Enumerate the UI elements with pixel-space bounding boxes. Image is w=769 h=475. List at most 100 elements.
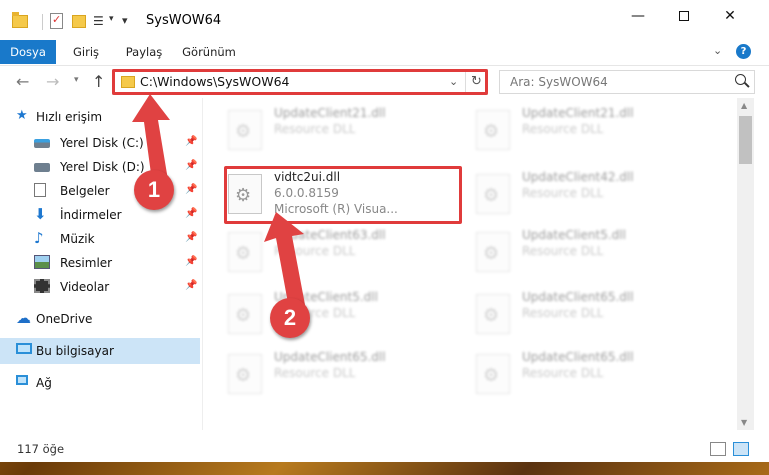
dll-file-icon [228,294,262,334]
toolbar-separator [42,14,43,30]
forward-arrow-icon[interactable]: → [46,72,59,91]
video-icon [34,279,50,293]
pin-icon[interactable]: 📌 [185,232,197,243]
documents-icon [34,183,46,197]
file-type: Resource DLL [522,122,604,136]
new-folder-icon[interactable] [72,15,86,28]
file-name: UpdateClient42.dll [522,170,634,184]
file-name: UpdateClient65.dll [522,350,634,364]
sidebar-item-this-pc[interactable]: Bu bilgisayar [0,338,200,364]
up-arrow-icon[interactable]: ↑ [92,72,105,91]
sidebar-item-label: OneDrive [36,312,93,326]
maximize-icon [679,11,689,21]
file-highlight-box [224,166,462,224]
back-arrow-icon[interactable]: ← [16,72,29,91]
help-icon[interactable]: ? [736,44,751,59]
chevron-down-icon[interactable]: ▾ [109,14,114,24]
scroll-up-icon[interactable]: ▲ [741,101,747,110]
file-type: Resource DLL [274,122,356,136]
step-badge-2: 2 [270,298,310,338]
sidebar-item-pictures[interactable]: Resimler 📌 [0,250,200,276]
pictures-icon [34,255,50,269]
explorer-window: ☰ ▾ ▾ SysWOW64 — ✕ Dosya Giriş Paylaş Gö… [0,0,769,462]
search-input[interactable]: Ara: SysWOW64 [510,75,608,89]
file-type: Resource DLL [522,244,604,258]
sidebar-item-network[interactable]: Ağ [0,370,200,396]
sidebar-item-label: Belgeler [60,184,110,198]
sidebar-item-label: Ağ [36,376,52,390]
folder-icon [12,12,28,28]
star-icon: ★ [16,108,28,123]
sidebar-item-label: Videolar [60,280,110,294]
list-item[interactable]: UpdateClient65.dll Resource DLL [476,350,706,408]
navigation-bar: ← → ▾ ↑ C:\Windows\SysWOW64 ⌄ ↻ Ara: Sys… [0,65,769,98]
drive-icon [34,139,50,148]
drive-icon [34,163,50,172]
file-name: UpdateClient21.dll [274,106,386,120]
file-type: Resource DLL [274,366,356,380]
recent-locations-icon[interactable]: ▾ [74,75,79,85]
scrollbar-thumb[interactable] [739,116,752,164]
sidebar-item-videos[interactable]: Videolar 📌 [0,274,200,300]
network-icon [16,375,28,385]
dll-file-icon [476,232,510,272]
sidebar-item-label: İndirmeler [60,208,122,222]
dll-file-icon [476,110,510,150]
search-box[interactable]: Ara: SysWOW64 [499,70,755,94]
list-item[interactable]: UpdateClient65.dll Resource DLL [476,290,706,348]
details-view-icon[interactable] [710,442,726,456]
list-item[interactable]: UpdateClient42.dll Resource DLL [476,170,706,228]
customize-qat-icon[interactable]: ▾ [122,14,128,27]
dll-file-icon [228,232,262,272]
pin-icon[interactable]: 📌 [185,256,197,267]
music-icon: ♪ [34,229,44,247]
title-bar: ☰ ▾ ▾ SysWOW64 — ✕ [0,0,769,40]
list-item[interactable]: UpdateClient21.dll Resource DLL [228,106,458,164]
dll-file-icon [476,174,510,214]
sidebar-item-downloads[interactable]: ⬇ İndirmeler 📌 [0,202,200,228]
sidebar-item-label: Bu bilgisayar [36,344,114,358]
minimize-button[interactable]: — [615,0,661,32]
pin-icon[interactable]: 📌 [185,208,197,219]
computer-icon [16,343,32,354]
file-type: Resource DLL [522,306,604,320]
vertical-scrollbar[interactable]: ▲ ▼ [737,98,754,430]
list-item[interactable]: UpdateClient21.dll Resource DLL [476,106,706,164]
close-button[interactable]: ✕ [707,0,753,32]
scroll-down-icon[interactable]: ▼ [741,418,747,427]
list-item[interactable]: UpdateClient65.dll Resource DLL [228,350,458,408]
view-toggle-icon[interactable]: ☰ [93,14,107,29]
pin-icon[interactable]: 📌 [185,280,197,291]
file-type: Resource DLL [522,366,604,380]
tab-home[interactable]: Giriş [66,40,106,64]
large-icons-view-icon[interactable] [733,442,749,456]
step-badge-1: 1 [134,170,174,210]
dll-file-icon [476,294,510,334]
file-name: UpdateClient65.dll [522,290,634,304]
item-count: 117 öğe [17,442,65,456]
search-icon[interactable] [735,74,746,85]
dll-file-icon [228,354,262,394]
properties-icon[interactable] [50,13,63,29]
status-bar: 117 öğe [0,436,769,462]
dll-file-icon [228,110,262,150]
window-title: SysWOW64 [146,13,222,28]
dll-file-icon [476,354,510,394]
cloud-icon: ☁ [16,309,31,327]
file-name: UpdateClient65.dll [274,350,386,364]
file-name: UpdateClient5.dll [522,228,626,242]
maximize-button[interactable] [661,0,707,32]
tab-file[interactable]: Dosya [0,40,56,64]
download-icon: ⬇ [34,205,47,223]
sidebar-item-label: Hızlı erişim [36,110,103,124]
sidebar-item-label: Müzik [60,232,95,246]
tab-share[interactable]: Paylaş [124,40,164,64]
ribbon: Dosya Giriş Paylaş Görünüm ⌄ ? [0,40,769,64]
sidebar-item-onedrive[interactable]: ☁ OneDrive [0,306,200,332]
sidebar-item-label: Resimler [60,256,113,270]
list-item[interactable]: UpdateClient5.dll Resource DLL [476,228,706,286]
sidebar-item-music[interactable]: ♪ Müzik 📌 [0,226,200,252]
ribbon-expand-icon[interactable]: ⌄ [713,44,722,57]
tab-view[interactable]: Görünüm [182,40,236,64]
file-name: UpdateClient21.dll [522,106,634,120]
